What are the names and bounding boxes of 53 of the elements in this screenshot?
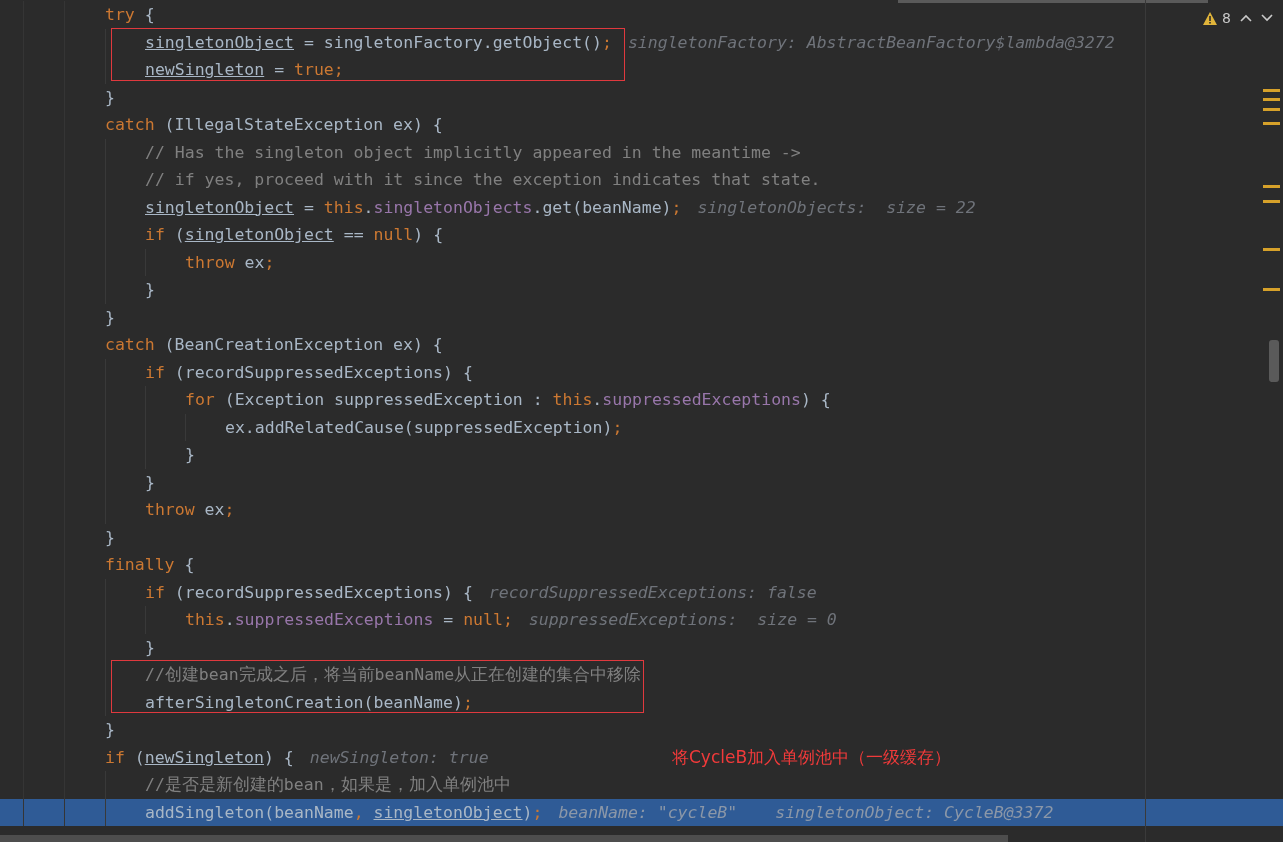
inline-value: recordSuppressedExceptions: false	[488, 582, 817, 602]
code-line: }	[145, 637, 155, 657]
warning-stripe-mark[interactable]	[1263, 288, 1280, 291]
warning-stripe-mark[interactable]	[1263, 122, 1280, 125]
code-line: addSingleton(beanName, singletonObject);	[145, 802, 543, 822]
code-line: // Has the singleton object implicitly appeared in the meantime ->	[145, 142, 801, 162]
code-line: }	[145, 280, 155, 300]
code-line: this.suppressedExceptions = null;	[185, 610, 513, 630]
code-line: catch (IllegalStateException ex) {	[105, 115, 443, 135]
annotation-text: 将CycleB加入单例池中（一级缓存）	[672, 745, 952, 769]
code-line: }	[105, 720, 115, 740]
warning-count[interactable]: 8	[1222, 10, 1231, 26]
warning-stripe-mark[interactable]	[1263, 89, 1280, 92]
code-line: }	[105, 307, 115, 327]
scrollbar-thumb[interactable]	[898, 0, 1208, 3]
code-line: if (recordSuppressedExceptions) {	[145, 582, 473, 602]
inline-value: newSingleton: true	[309, 747, 489, 767]
warning-icon[interactable]	[1202, 10, 1219, 26]
code-line: //创建bean完成之后，将当前beanName从正在创建的集合中移除	[145, 663, 642, 686]
warning-stripe-mark[interactable]	[1263, 108, 1280, 111]
scrollbar-thumb[interactable]	[1269, 340, 1279, 382]
code-line: for (Exception suppressedException : this.suppressedExceptions) {	[185, 390, 831, 410]
code-line: }	[185, 445, 195, 465]
code-line: catch (BeanCreationException ex) {	[105, 335, 443, 355]
warning-stripe-mark[interactable]	[1263, 98, 1280, 101]
warning-stripe-mark[interactable]	[1263, 248, 1280, 251]
chevron-up-icon[interactable]	[1240, 14, 1252, 22]
code-line: }	[145, 472, 155, 492]
code-line: if (newSingleton) {	[105, 747, 294, 767]
inline-value: singletonObject: CycleB@3372	[775, 802, 1054, 822]
chevron-down-icon[interactable]	[1261, 14, 1273, 22]
code-line: if (recordSuppressedExceptions) {	[145, 362, 473, 382]
inline-value: singletonObjects: size = 22	[697, 197, 976, 217]
code-line: throw ex;	[145, 500, 235, 520]
inline-value: beanName: "cycleB"	[558, 802, 738, 822]
code-line: singletonObject = singletonFactory.getObject();	[145, 32, 612, 52]
scrollbar-thumb[interactable]	[0, 835, 1008, 842]
code-line: singletonObject = this.singletonObjects.get(beanName);	[145, 197, 682, 217]
code-line: afterSingletonCreation(beanName);	[145, 692, 473, 712]
code-line: //是否是新创建的bean，如果是，加入单例池中	[145, 773, 511, 796]
code-line: }	[105, 87, 115, 107]
warning-stripe-mark[interactable]	[1263, 200, 1280, 203]
code-line: try {	[105, 5, 155, 25]
inline-value: suppressedExceptions: size = 0	[528, 610, 837, 630]
code-line: if (singletonObject == null) {	[145, 225, 444, 245]
code-line: // if yes, proceed with it since the exception indicates that state.	[145, 170, 821, 190]
code-line: finally {	[105, 555, 195, 575]
code-line: ex.addRelatedCause(suppressedException);	[225, 417, 623, 437]
code-line: }	[105, 527, 115, 547]
inline-value: singletonFactory: AbstractBeanFactory$lambda@3272	[627, 32, 1115, 52]
code-line: newSingleton = true;	[145, 60, 344, 80]
code-line: throw ex;	[185, 252, 275, 272]
warning-stripe-mark[interactable]	[1263, 185, 1280, 188]
